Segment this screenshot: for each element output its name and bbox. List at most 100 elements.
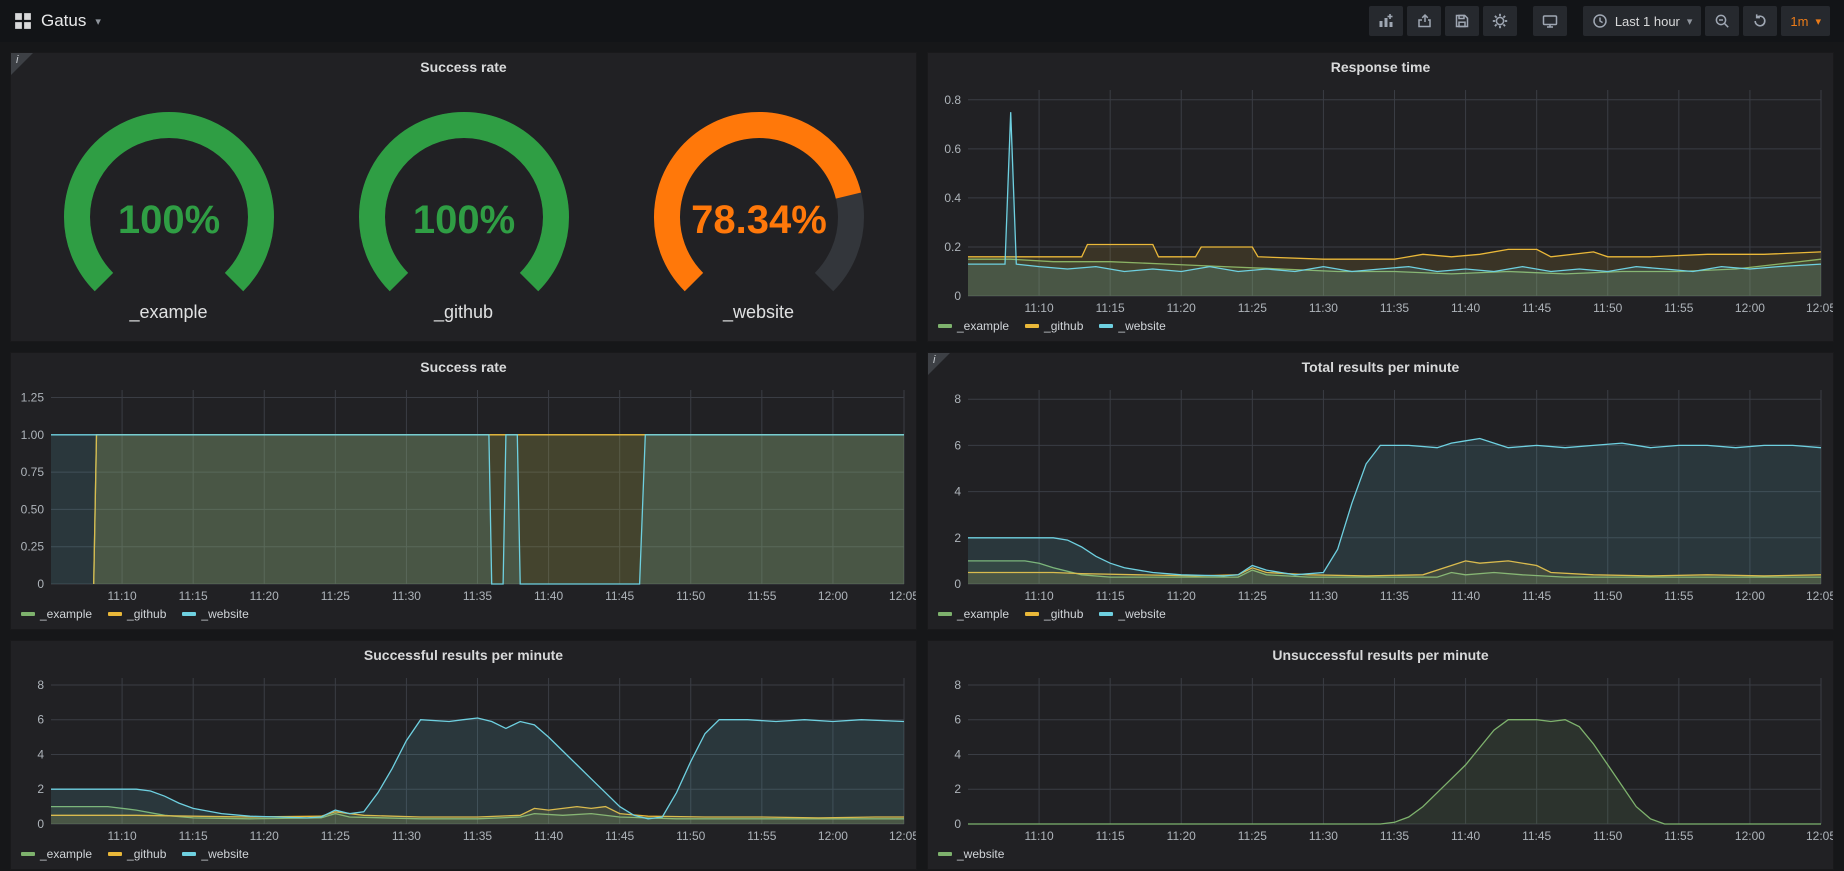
time-range-button[interactable]: Last 1 hour ▾ (1583, 6, 1702, 36)
legend-item-_github[interactable]: _github (1025, 607, 1083, 621)
apps-grid-icon[interactable] (14, 12, 32, 30)
chart-legend: _example _github _website (11, 845, 916, 869)
legend-item-_website[interactable]: _website (1099, 319, 1165, 333)
x-axis-label: 11:25 (321, 589, 350, 603)
x-axis-label: 11:15 (1096, 589, 1125, 603)
legend-item-_github[interactable]: _github (108, 847, 166, 861)
legend-label: _website (1118, 607, 1165, 621)
settings-button[interactable] (1483, 6, 1517, 36)
x-axis-label: 11:50 (1593, 301, 1622, 315)
legend-item-_github[interactable]: _github (108, 607, 166, 621)
panel-successful-results: Successful results per minute 0246811:10… (10, 640, 917, 870)
panel-title[interactable]: Success rate (11, 353, 916, 381)
refresh-button[interactable] (1743, 6, 1777, 36)
gauge-arc-website: 78.34% (624, 99, 894, 309)
x-axis-label: 11:45 (1522, 589, 1551, 603)
x-axis-label: 11:40 (1451, 301, 1480, 315)
y-axis-label: 6 (954, 438, 961, 452)
unsuccessful-results-chart[interactable]: 0246811:1011:1511:2011:2511:3011:3511:40… (928, 669, 1833, 845)
x-axis-label: 11:50 (676, 829, 705, 843)
legend-label: _github (1044, 607, 1083, 621)
y-axis-label: 8 (954, 678, 961, 692)
refresh-interval-label: 1m (1790, 14, 1808, 29)
legend-label: _website (201, 847, 248, 861)
legend-item-_example[interactable]: _example (938, 607, 1009, 621)
x-axis-label: 12:00 (1735, 301, 1765, 315)
series-fill-_website (51, 718, 904, 824)
info-icon[interactable]: i (16, 54, 18, 66)
x-axis-label: 11:35 (1380, 301, 1409, 315)
add-panel-icon (1378, 13, 1394, 29)
y-axis-label: 8 (37, 678, 44, 692)
dashboard-title-caret-icon[interactable]: ▾ (95, 15, 101, 28)
x-axis-label: 11:25 (321, 829, 350, 843)
x-axis-label: 11:50 (1593, 589, 1622, 603)
y-axis-label: 0.75 (21, 465, 45, 479)
gauge-arc-github: 100% (329, 99, 599, 309)
total-results-chart[interactable]: 0246811:1011:1511:2011:2511:3011:3511:40… (928, 381, 1833, 605)
x-axis-label: 12:05 (1806, 589, 1833, 603)
y-axis-label: 0 (37, 817, 44, 831)
legend-item-_github[interactable]: _github (1025, 319, 1083, 333)
y-axis-label: 0 (954, 817, 961, 831)
dashboard-title[interactable]: Gatus (41, 11, 86, 31)
chart-legend: _example _github _website (928, 605, 1833, 629)
panel-info-corner[interactable] (11, 53, 33, 75)
x-axis-label: 11:35 (1380, 589, 1409, 603)
save-button[interactable] (1445, 6, 1479, 36)
y-axis-label: 2 (37, 782, 44, 796)
add-panel-button[interactable] (1369, 6, 1403, 36)
x-axis-label: 12:00 (1735, 829, 1765, 843)
legend-item-_example[interactable]: _example (21, 607, 92, 621)
panel-title[interactable]: Success rate (11, 53, 916, 81)
legend-item-_example[interactable]: _example (938, 319, 1009, 333)
x-axis-label: 11:40 (534, 829, 563, 843)
panel-title[interactable]: Successful results per minute (11, 641, 916, 669)
x-axis-label: 11:30 (1309, 589, 1338, 603)
gauge-value: 100% (117, 198, 219, 242)
x-axis-label: 12:05 (889, 829, 916, 843)
chart-area: 00.250.500.751.001.2511:1011:1511:2011:2… (11, 381, 916, 605)
x-axis-label: 12:00 (818, 589, 848, 603)
refresh-interval-button[interactable]: 1m ▾ (1781, 6, 1830, 36)
y-axis-label: 1.00 (21, 428, 45, 442)
legend-swatch (1025, 324, 1039, 328)
legend-item-_website[interactable]: _website (1099, 607, 1165, 621)
y-axis-label: 8 (954, 392, 961, 406)
panel-title[interactable]: Unsuccessful results per minute (928, 641, 1833, 669)
y-axis-label: 2 (954, 782, 961, 796)
x-axis-label: 11:35 (463, 829, 492, 843)
panel-title[interactable]: Response time (928, 53, 1833, 81)
dashboard-grid: i Success rate 100% _example 100% _githu… (0, 42, 1844, 871)
panel-info-corner[interactable] (928, 353, 950, 375)
legend-swatch (1025, 612, 1039, 616)
legend-label: _github (1044, 319, 1083, 333)
chart-area: 0246811:1011:1511:2011:2511:3011:3511:40… (928, 669, 1833, 845)
x-axis-label: 11:40 (534, 589, 563, 603)
success-rate-chart[interactable]: 00.250.500.751.001.2511:1011:1511:2011:2… (11, 381, 916, 605)
response-time-chart[interactable]: 00.20.40.60.811:1011:1511:2011:2511:3011… (928, 81, 1833, 317)
x-axis-label: 11:55 (1664, 589, 1693, 603)
legend-item-_example[interactable]: _example (21, 847, 92, 861)
legend-label: _website (201, 607, 248, 621)
x-axis-label: 11:50 (676, 589, 705, 603)
zoom-out-button[interactable] (1705, 6, 1739, 36)
legend-item-_website[interactable]: _website (182, 847, 248, 861)
x-axis-label: 11:20 (1167, 589, 1196, 603)
y-axis-label: 6 (954, 713, 961, 727)
legend-item-_website[interactable]: _website (938, 847, 1004, 861)
legend-item-_website[interactable]: _website (182, 607, 248, 621)
cycle-view-button[interactable] (1533, 6, 1567, 36)
gauge-website: 78.34% _website (624, 99, 894, 323)
time-range-label: Last 1 hour (1615, 14, 1680, 29)
legend-swatch (182, 852, 196, 856)
info-icon[interactable]: i (933, 354, 935, 366)
chart-legend: _example _github _website (11, 605, 916, 629)
x-axis-label: 11:15 (1096, 829, 1125, 843)
share-button[interactable] (1407, 6, 1441, 36)
x-axis-label: 11:45 (1522, 829, 1551, 843)
successful-results-chart[interactable]: 0246811:1011:1511:2011:2511:3011:3511:40… (11, 669, 916, 845)
gauge-arc-example: 100% (34, 99, 304, 309)
magnifier-minus-icon (1714, 13, 1730, 29)
panel-title[interactable]: Total results per minute (928, 353, 1833, 381)
